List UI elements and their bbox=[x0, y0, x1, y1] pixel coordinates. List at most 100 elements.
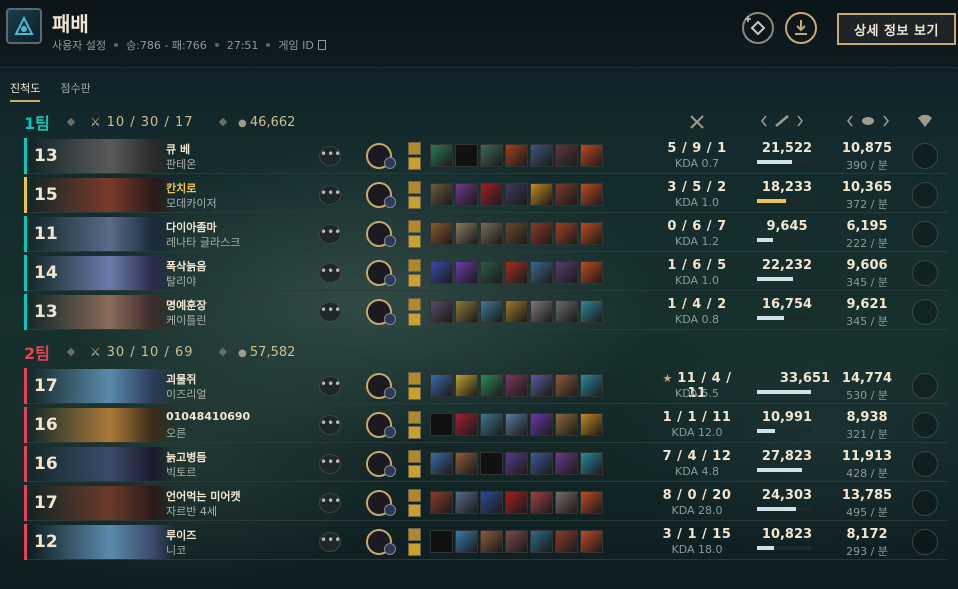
item-icon[interactable] bbox=[430, 530, 453, 553]
player-row[interactable]: 13 명예훈장 케이틀린 ••• 1 / 4 / 2 KDA 0.8 16,754 9,621… bbox=[24, 294, 948, 330]
item-icon[interactable] bbox=[480, 222, 503, 245]
item-icon[interactable] bbox=[430, 144, 453, 167]
item-icon[interactable] bbox=[580, 144, 603, 167]
honor-button[interactable] bbox=[912, 260, 938, 286]
item-icon[interactable] bbox=[505, 413, 528, 436]
more-options-button[interactable]: ••• bbox=[319, 224, 341, 244]
honor-button[interactable] bbox=[912, 490, 938, 516]
more-options-button[interactable]: ••• bbox=[319, 146, 341, 166]
player-name[interactable]: 괴물쥐 bbox=[166, 371, 196, 387]
item-icon[interactable] bbox=[555, 222, 578, 245]
item-icon[interactable] bbox=[455, 491, 478, 514]
item-icon[interactable] bbox=[505, 222, 528, 245]
more-options-button[interactable]: ••• bbox=[319, 493, 341, 513]
honor-button[interactable] bbox=[912, 373, 938, 399]
item-icon[interactable] bbox=[455, 300, 478, 323]
item-icon[interactable] bbox=[455, 374, 478, 397]
view-details-button[interactable]: 상세 정보 보기 bbox=[837, 13, 956, 45]
item-icon[interactable] bbox=[455, 530, 478, 553]
player-row[interactable]: 12 루이즈 니코 ••• 3 / 1 / 15 KDA 18.0 10,823 8,172 2… bbox=[24, 524, 948, 560]
item-icon[interactable] bbox=[480, 261, 503, 284]
item-icon[interactable] bbox=[580, 413, 603, 436]
item-icon[interactable] bbox=[430, 491, 453, 514]
item-icon[interactable] bbox=[480, 530, 503, 553]
item-icon[interactable] bbox=[530, 452, 553, 475]
copy-icon[interactable] bbox=[317, 40, 326, 50]
item-icon[interactable] bbox=[505, 491, 528, 514]
honor-button[interactable] bbox=[912, 529, 938, 555]
item-icon[interactable] bbox=[580, 183, 603, 206]
more-options-button[interactable]: ••• bbox=[319, 415, 341, 435]
item-icon[interactable] bbox=[555, 413, 578, 436]
player-row[interactable]: 13 큐 베 판테온 ••• 5 / 9 / 1 KDA 0.7 21,522 10,875 3… bbox=[24, 138, 948, 174]
item-icon[interactable] bbox=[555, 261, 578, 284]
item-icon[interactable] bbox=[505, 374, 528, 397]
player-row[interactable]: 11 다이아좀마 레나타 글라스크 ••• 0 / 6 / 7 KDA 1.2 9,645 6… bbox=[24, 216, 948, 252]
tab-scoreboard[interactable]: 점수판 bbox=[60, 80, 90, 102]
honor-button[interactable] bbox=[912, 412, 938, 438]
player-name[interactable]: 늙고병듬 bbox=[166, 449, 206, 465]
item-icon[interactable] bbox=[555, 452, 578, 475]
more-options-button[interactable]: ••• bbox=[319, 185, 341, 205]
item-icon[interactable] bbox=[505, 452, 528, 475]
item-icon[interactable] bbox=[505, 261, 528, 284]
item-icon[interactable] bbox=[480, 144, 503, 167]
item-icon[interactable] bbox=[455, 413, 478, 436]
item-icon[interactable] bbox=[580, 530, 603, 553]
player-row[interactable]: 16 늙고병듬 빅토르 ••• 7 / 4 / 12 KDA 4.8 27,823 11,91… bbox=[24, 446, 948, 482]
more-options-button[interactable]: ••• bbox=[319, 532, 341, 552]
item-icon[interactable] bbox=[530, 222, 553, 245]
item-icon[interactable] bbox=[430, 300, 453, 323]
player-row[interactable]: 15 칸치로 모데카이저 ••• 3 / 5 / 2 KDA 1.0 18,233 10,36… bbox=[24, 177, 948, 213]
item-icon[interactable] bbox=[430, 374, 453, 397]
item-icon[interactable] bbox=[555, 374, 578, 397]
honor-button[interactable] bbox=[912, 299, 938, 325]
item-icon[interactable] bbox=[530, 144, 553, 167]
item-icon[interactable] bbox=[555, 530, 578, 553]
item-icon[interactable] bbox=[555, 300, 578, 323]
honor-button[interactable] bbox=[912, 143, 938, 169]
item-icon[interactable] bbox=[530, 413, 553, 436]
item-icon[interactable] bbox=[430, 222, 453, 245]
item-icon[interactable] bbox=[530, 491, 553, 514]
item-icon[interactable] bbox=[480, 183, 503, 206]
item-icon[interactable] bbox=[480, 300, 503, 323]
item-icon[interactable] bbox=[480, 413, 503, 436]
item-icon[interactable] bbox=[555, 183, 578, 206]
item-icon[interactable] bbox=[505, 144, 528, 167]
item-icon[interactable] bbox=[505, 300, 528, 323]
item-icon[interactable] bbox=[480, 491, 503, 514]
item-icon[interactable] bbox=[455, 183, 478, 206]
player-row[interactable]: 17 괴물쥐 이즈리얼 ••• ★ 11 / 4 / 11 KDA 5.5 33,651 14… bbox=[24, 368, 948, 404]
item-icon[interactable] bbox=[580, 261, 603, 284]
more-options-button[interactable]: ••• bbox=[319, 376, 341, 396]
item-icon[interactable] bbox=[530, 530, 553, 553]
more-options-button[interactable]: ••• bbox=[319, 454, 341, 474]
item-icon[interactable] bbox=[455, 222, 478, 245]
item-icon[interactable] bbox=[505, 530, 528, 553]
download-icon[interactable] bbox=[785, 12, 817, 44]
player-name[interactable]: 큐 베 bbox=[166, 141, 190, 157]
player-row[interactable]: 14 폭삭늙음 탈리야 ••• 1 / 6 / 5 KDA 1.0 22,232 9,606 3… bbox=[24, 255, 948, 291]
item-icon[interactable] bbox=[430, 413, 453, 436]
honor-button[interactable] bbox=[912, 182, 938, 208]
item-icon[interactable] bbox=[580, 452, 603, 475]
item-icon[interactable] bbox=[430, 183, 453, 206]
item-icon[interactable] bbox=[555, 144, 578, 167]
item-icon[interactable] bbox=[530, 183, 553, 206]
honor-button[interactable] bbox=[912, 221, 938, 247]
item-icon[interactable] bbox=[455, 144, 478, 167]
honor-button[interactable] bbox=[912, 451, 938, 477]
item-icon[interactable] bbox=[455, 452, 478, 475]
player-name[interactable]: 명예훈장 bbox=[166, 297, 206, 313]
item-icon[interactable] bbox=[480, 374, 503, 397]
item-icon[interactable] bbox=[580, 300, 603, 323]
item-icon[interactable] bbox=[530, 374, 553, 397]
player-name[interactable]: 다이아좀마 bbox=[166, 219, 217, 235]
item-icon[interactable] bbox=[530, 300, 553, 323]
item-icon[interactable] bbox=[430, 452, 453, 475]
item-icon[interactable] bbox=[555, 491, 578, 514]
player-row[interactable]: 16 01048410690 오른 ••• 1 / 1 / 11 KDA 12.0 10,9… bbox=[24, 407, 948, 443]
player-name[interactable]: 01048410690 bbox=[166, 410, 250, 423]
item-icon[interactable] bbox=[580, 222, 603, 245]
